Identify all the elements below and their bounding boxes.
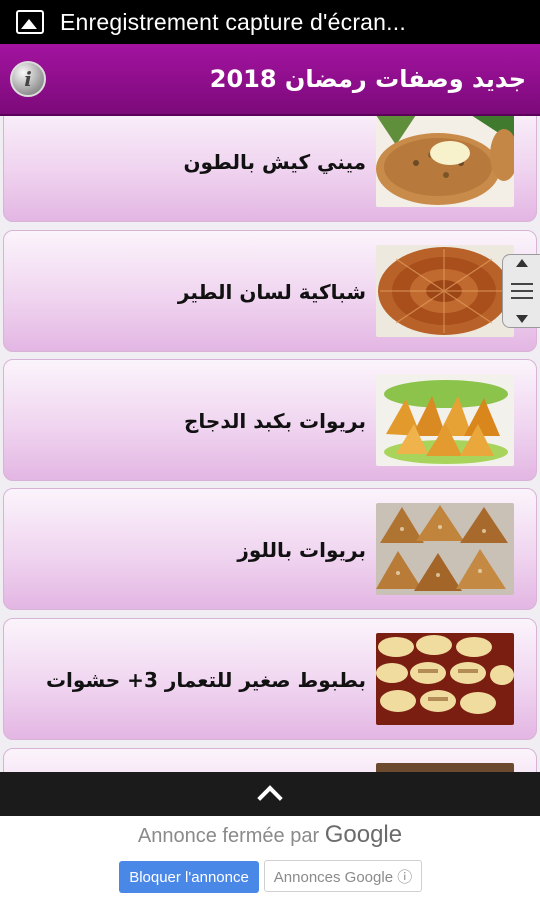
arrow-down-icon [515,315,528,323]
ad-closed-text: Annonce fermée par [137,825,320,847]
arrow-up-icon [515,259,528,267]
recipe-thumbnail [376,245,514,337]
ad-closed-message: Annonce fermée par Google [0,821,540,849]
google-ads-button[interactable]: Annonces Google ⓘ [264,860,422,892]
recipe-thumbnail [376,763,514,772]
block-ad-button[interactable]: Bloquer l'annonce [119,861,259,893]
recipe-title: بطبوط صغير للتعمار 3+ حشوات [45,668,366,692]
status-bar: Enregistrement capture d'écran... [0,0,540,44]
recipe-card[interactable]: بطبوط صغير للتعمار 3+ حشوات [3,618,537,740]
ad-collapse-bar[interactable] [0,772,540,816]
recipe-thumbnail [376,633,514,725]
recipe-card[interactable]: بريوات باللوز [3,488,537,610]
fast-scroll-handle[interactable] [502,254,540,328]
recipe-title: ميني كيش بالطون [183,150,366,174]
recipe-list[interactable]: ميني كيش بالطون شباكية لسان الطير بريوات… [0,116,540,772]
recipe-thumbnail [376,116,514,207]
app-bar: i جديد وصفات رمضان 2018 [0,44,540,116]
recipe-thumbnail [376,374,514,466]
recipe-card[interactable]: ميني كيش بالطون [3,116,537,222]
recipe-thumbnail [376,503,514,595]
recipe-card[interactable]: بريوات بكبد الدجاج [3,359,537,481]
recipe-title: بريوات باللوز [237,538,366,562]
recipe-title: شباكية لسان الطير [177,280,366,304]
recipe-card[interactable] [3,748,537,772]
google-logo: Google [324,821,403,848]
recipe-card[interactable]: شباكية لسان الطير [3,230,537,352]
chevron-up-icon [257,785,283,811]
info-icon[interactable]: i [10,61,46,97]
app-title: جديد وصفات رمضان 2018 [209,65,526,93]
image-notification-icon [16,10,44,34]
ad-panel: Annonce fermée par Google Bloquer l'anno… [0,816,540,900]
recipe-title: بريوات بكبد الدجاج [184,409,366,433]
grip-lines-icon [510,283,533,299]
notification-text: Enregistrement capture d'écran... [60,8,406,35]
